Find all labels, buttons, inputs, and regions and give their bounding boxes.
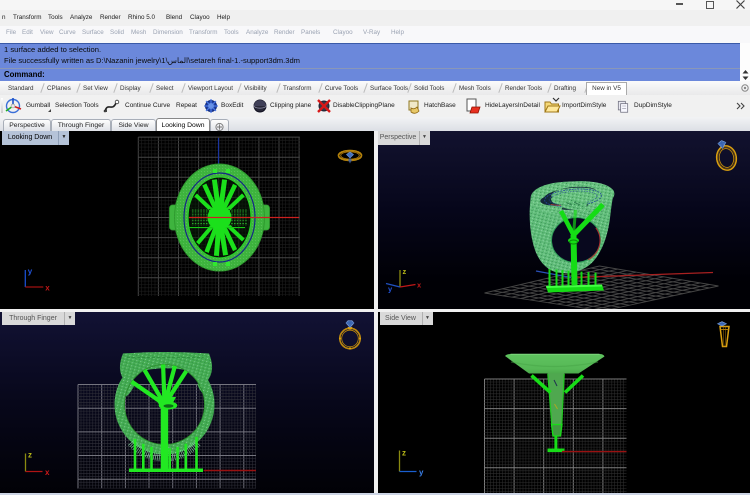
svg-text:x: x [45, 468, 50, 477]
svg-text:y: y [28, 267, 33, 276]
svg-text:z: z [402, 267, 406, 276]
svg-text:x: x [45, 284, 50, 293]
svg-text:y: y [419, 468, 424, 477]
svg-text:z: z [402, 448, 406, 457]
svg-text:z: z [28, 450, 32, 459]
